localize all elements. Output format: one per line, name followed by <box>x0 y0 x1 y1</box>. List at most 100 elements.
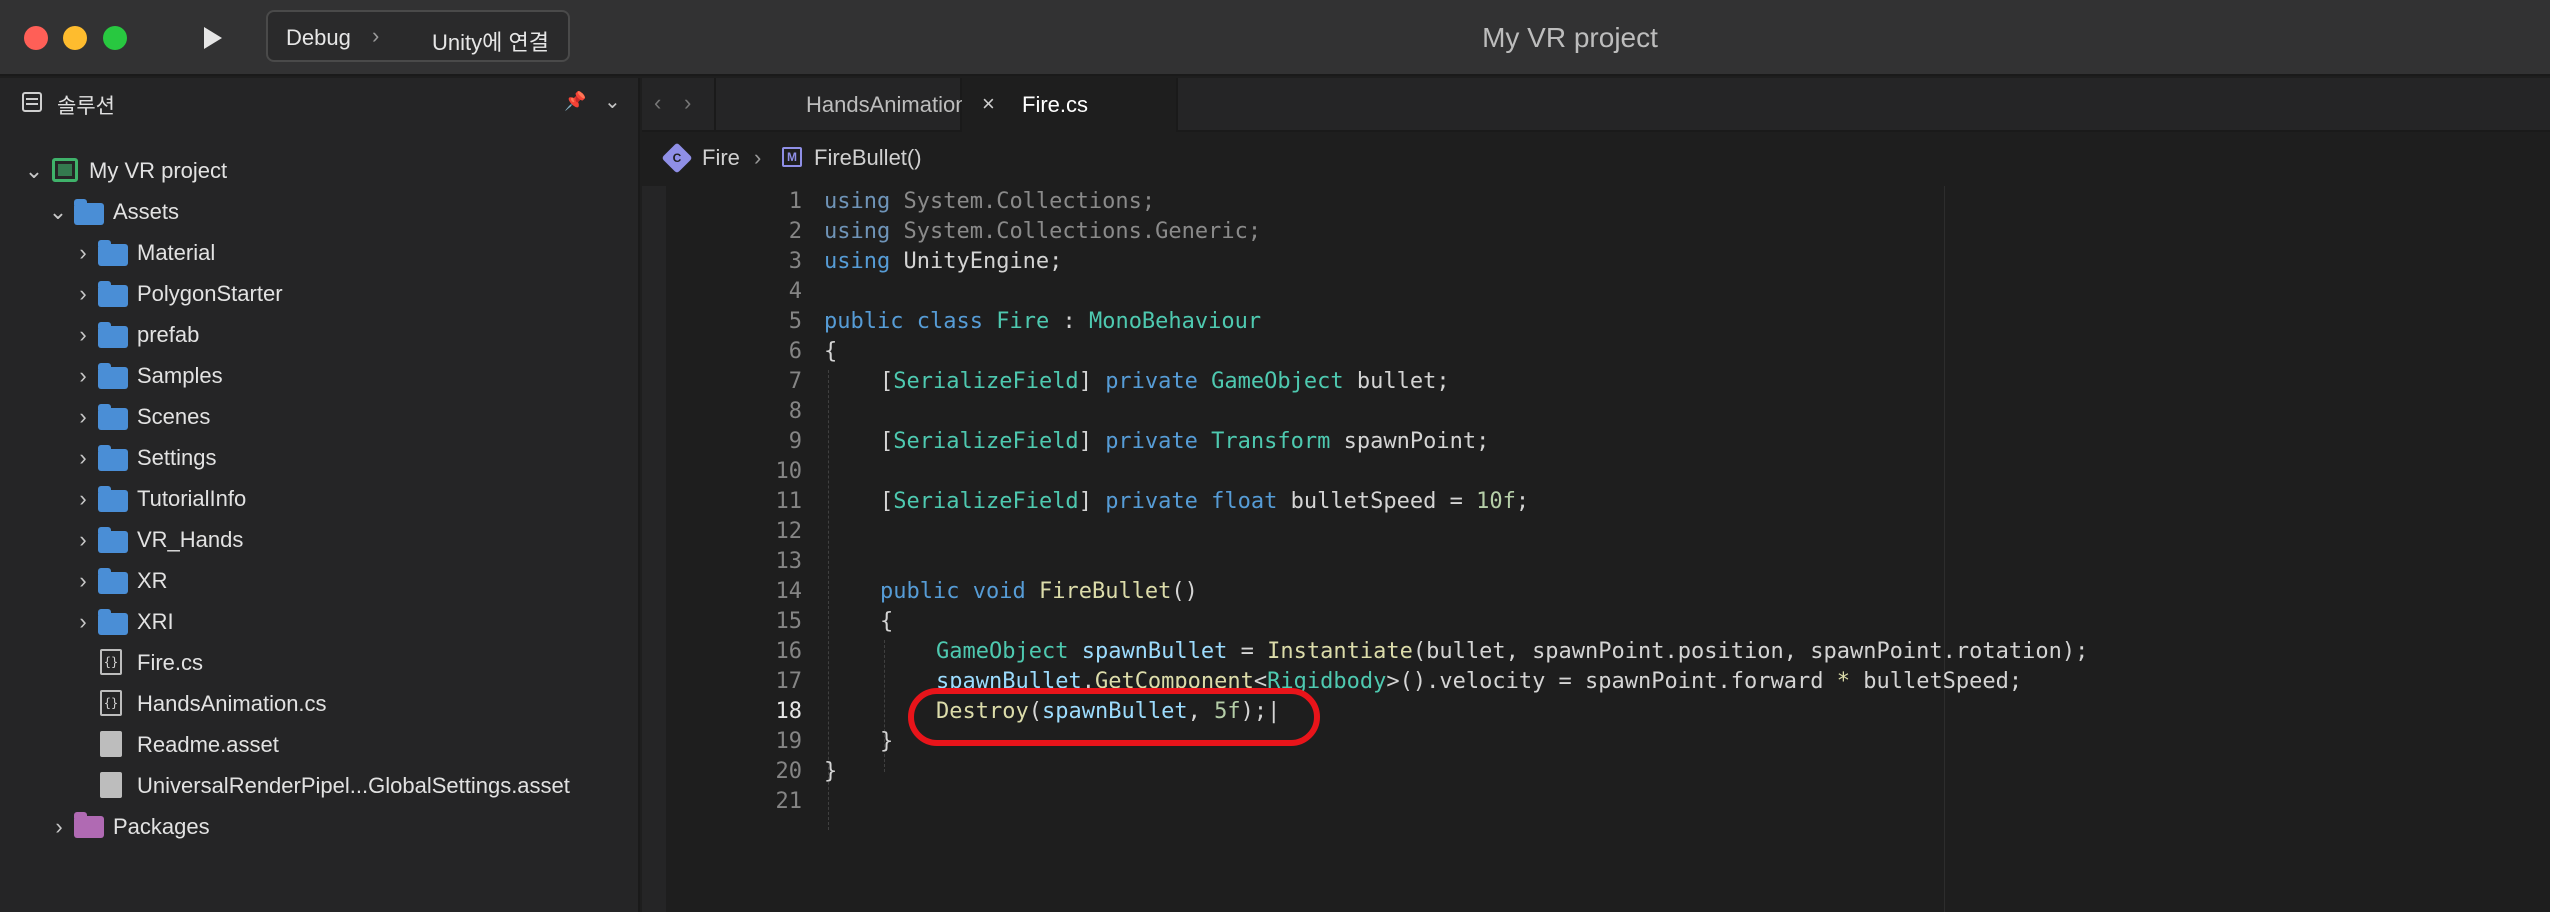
maximize-window-button[interactable] <box>103 26 127 50</box>
folder-icon <box>98 322 128 348</box>
editor-tab-bar: ‹ › HandsAnimation.cs × Fire.cs <box>642 78 2550 132</box>
chevron-down-icon[interactable]: ⌄ <box>604 89 621 114</box>
folder-icon <box>98 281 128 307</box>
chevron-right-icon[interactable]: › <box>73 445 93 471</box>
tree-item-fire-cs[interactable]: {} Fire.cs <box>0 642 638 682</box>
tab-label: Fire.cs <box>1022 92 1088 117</box>
tree-item-vr-hands[interactable]: › VR_Hands <box>0 519 638 559</box>
chevron-down-icon[interactable]: ⌄ <box>24 158 44 184</box>
code-line-5: public class Fire : MonoBehaviour <box>824 309 1262 334</box>
folder-icon <box>98 240 128 266</box>
folder-icon <box>98 445 128 471</box>
code-editor: ‹ › HandsAnimation.cs × Fire.cs C Fire ›… <box>642 78 2550 912</box>
run-configuration-selector[interactable]: Debug › Unity에 연결 <box>266 10 570 62</box>
tree-item-label: TutorialInfo <box>137 486 247 511</box>
code-line-15: { <box>880 609 894 634</box>
chevron-right-icon[interactable]: › <box>73 609 93 635</box>
tree-item-label: Assets <box>113 199 180 224</box>
project-icon <box>52 158 78 182</box>
code-line-2: using System.Collections.Generic; <box>824 219 1262 244</box>
chevron-right-icon[interactable]: › <box>73 527 93 553</box>
run-config-label: Debug <box>286 25 351 50</box>
chevron-right-icon[interactable]: › <box>73 363 93 389</box>
chevron-right-icon[interactable]: › <box>73 281 93 307</box>
chevron-right-icon[interactable]: › <box>49 814 69 840</box>
close-tab-icon[interactable]: × <box>982 91 995 117</box>
tree-item-label: UniversalRenderPipel...GlobalSettings.as… <box>137 773 570 798</box>
tree-item-urp-global-settings[interactable]: UniversalRenderPipel...GlobalSettings.as… <box>0 765 638 805</box>
solution-explorer-title: 솔루션 <box>57 95 115 118</box>
navigate-forward-icon[interactable]: › <box>684 90 691 116</box>
window-title: My VR project <box>1482 22 1658 53</box>
tab-fire-cs[interactable]: × Fire.cs <box>962 78 1178 132</box>
pin-icon[interactable]: 📌 <box>564 91 586 112</box>
folder-icon <box>98 486 128 512</box>
line-number-active: 18 <box>775 699 803 724</box>
tree-item-scenes[interactable]: › Scenes <box>0 396 638 436</box>
folder-icon <box>98 568 128 594</box>
folder-icon <box>98 404 128 430</box>
class-icon: C <box>661 142 693 174</box>
line-number: 4 <box>788 279 802 304</box>
chevron-down-icon[interactable]: ⌄ <box>48 199 68 225</box>
tree-item-material[interactable]: › Material <box>0 232 638 272</box>
tree-item-tutorialinfo[interactable]: › TutorialInfo <box>0 478 638 518</box>
tree-item-prefab[interactable]: › prefab <box>0 314 638 354</box>
line-number: 9 <box>788 429 802 454</box>
line-number: 7 <box>788 369 802 394</box>
tree-item-xr[interactable]: › XR <box>0 560 638 600</box>
line-number: 14 <box>775 579 803 604</box>
tree-item-samples[interactable]: › Samples <box>0 355 638 395</box>
tree-item-settings[interactable]: › Settings <box>0 437 638 477</box>
chevron-right-icon[interactable]: › <box>73 404 93 430</box>
tree-item-readme-asset[interactable]: Readme.asset <box>0 724 638 764</box>
tree-item-label: Packages <box>113 814 210 839</box>
chevron-right-icon[interactable]: › <box>73 568 93 594</box>
line-number: 6 <box>788 339 802 364</box>
tree-item-label: Scenes <box>137 404 211 429</box>
line-number: 8 <box>788 399 802 424</box>
tree-item-xri[interactable]: › XRI <box>0 601 638 641</box>
code-line-20: } <box>824 759 838 784</box>
chevron-right-icon[interactable]: › <box>73 240 93 266</box>
line-number: 1 <box>788 189 802 214</box>
close-window-button[interactable] <box>24 26 48 50</box>
code-line-7: [SerializeField] private GameObject bull… <box>880 369 1450 394</box>
run-target-label: Unity에 연결 <box>432 30 549 55</box>
navigate-back-icon[interactable]: ‹ <box>654 90 661 116</box>
csharp-file-icon: {} <box>100 690 122 716</box>
breadcrumb: C Fire › M FireBullet() <box>642 134 2550 182</box>
tree-item-handsanimation-cs[interactable]: {} HandsAnimation.cs <box>0 683 638 723</box>
tree-item-label: XRI <box>137 609 174 634</box>
chevron-right-icon: › <box>372 23 380 48</box>
folder-icon <box>98 363 128 389</box>
method-icon: M <box>782 147 802 167</box>
solution-explorer-header: 솔루션 📌 ⌄ <box>0 78 640 128</box>
tree-item-packages[interactable]: › Packages <box>0 806 638 846</box>
annotation-circle <box>908 688 1320 746</box>
chevron-right-icon[interactable]: › <box>73 486 93 512</box>
minimize-window-button[interactable] <box>63 26 87 50</box>
code-line-11: [SerializeField] private float bulletSpe… <box>880 489 1530 514</box>
tab-handsanimation-cs[interactable]: HandsAnimation.cs <box>714 78 996 132</box>
tree-item-label: Fire.cs <box>137 650 203 675</box>
chevron-right-icon[interactable]: › <box>73 322 93 348</box>
line-number: 20 <box>775 759 803 784</box>
code-line-6: { <box>824 339 838 364</box>
line-number: 21 <box>775 789 803 814</box>
line-number: 15 <box>775 609 803 634</box>
asset-file-icon <box>100 772 122 798</box>
code-line-14: public void FireBullet() <box>880 579 1198 604</box>
solution-explorer: 솔루션 📌 ⌄ ⌄ My VR project ⌄ Assets › Mater… <box>0 78 640 912</box>
breadcrumb-method[interactable]: FireBullet() <box>814 145 922 171</box>
play-icon[interactable] <box>198 24 226 52</box>
tree-item-label: VR_Hands <box>137 527 244 552</box>
tree-item-assets[interactable]: ⌄ Assets <box>0 191 638 231</box>
line-number: 17 <box>775 669 803 694</box>
tree-item-label: My VR project <box>89 158 228 183</box>
line-number: 13 <box>775 549 803 574</box>
tree-item-polygonstarter[interactable]: › PolygonStarter <box>0 273 638 313</box>
tree-item-label: prefab <box>137 322 200 347</box>
breadcrumb-class[interactable]: Fire <box>702 145 740 171</box>
tree-item-my-vr-project[interactable]: ⌄ My VR project <box>0 150 638 190</box>
